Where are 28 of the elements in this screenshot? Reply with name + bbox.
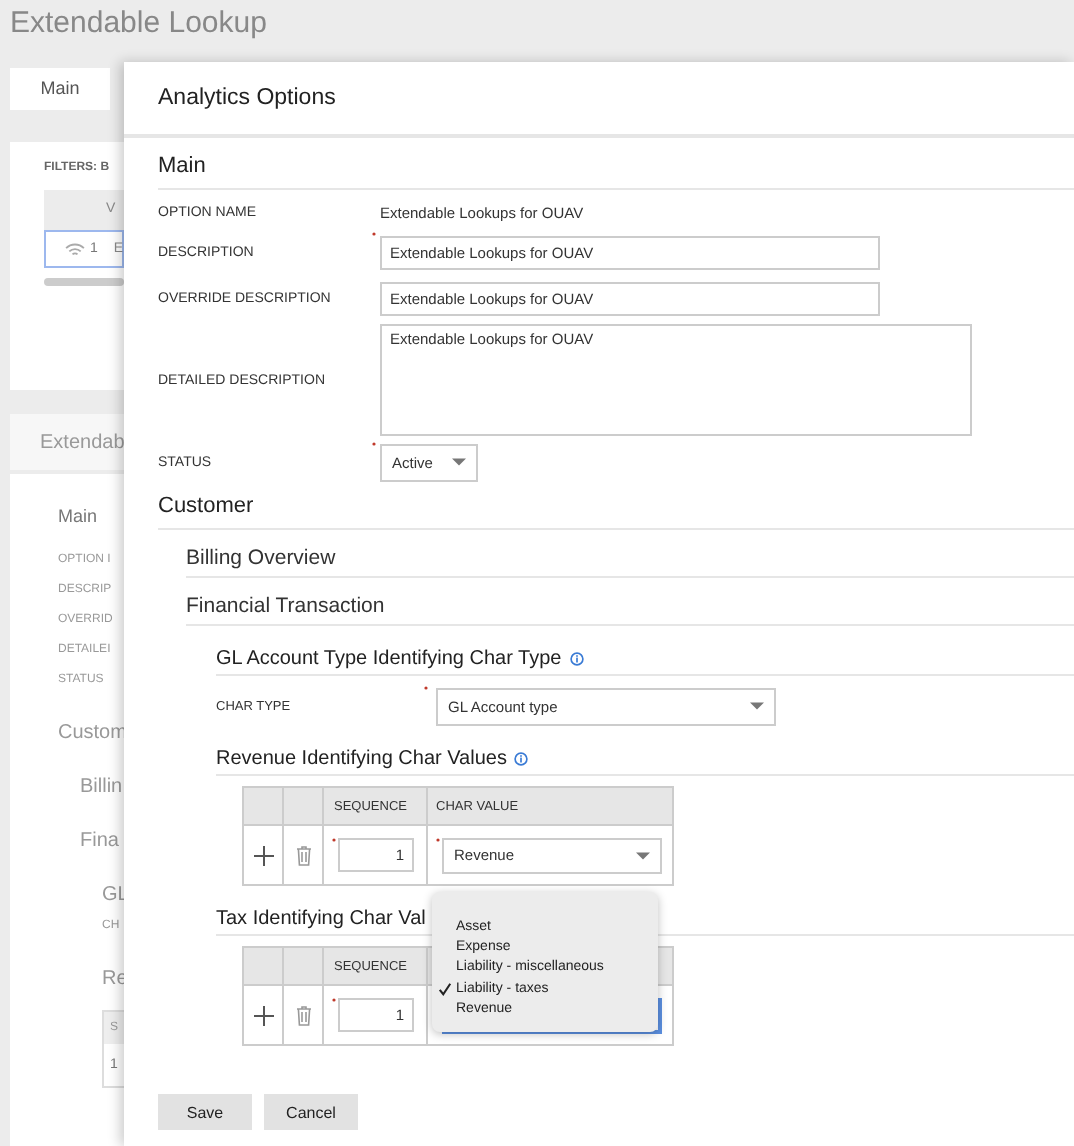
dialog-title: Analytics Options bbox=[158, 86, 336, 110]
trash-icon[interactable] bbox=[295, 1005, 311, 1025]
section-title: Extendab bbox=[40, 431, 125, 453]
section-heading: Main bbox=[158, 154, 1074, 190]
section-heading: Main bbox=[58, 506, 98, 530]
add-icon[interactable] bbox=[253, 1005, 273, 1025]
section-heading: Customer bbox=[158, 494, 1074, 530]
info-icon[interactable] bbox=[569, 651, 584, 665]
caret-icon bbox=[750, 702, 764, 710]
section-heading: Billin bbox=[80, 774, 123, 802]
page-title: Extendable Lookup bbox=[8, 4, 269, 44]
wifi-icon bbox=[64, 241, 86, 257]
tab[interactable]: Main bbox=[10, 68, 110, 110]
group-heading: Revenue Identifying Char Values bbox=[216, 747, 507, 769]
save-button[interactable]: Save bbox=[158, 1094, 252, 1130]
group-heading: GL Account Type Identifying Char Type bbox=[216, 647, 562, 669]
add-icon[interactable] bbox=[253, 845, 273, 865]
group-heading: GL bbox=[102, 882, 129, 910]
section-heading: Fina bbox=[80, 828, 119, 856]
section-heading: Billing Overview bbox=[186, 540, 1074, 578]
cancel-button[interactable]: Cancel bbox=[264, 1094, 358, 1130]
caret-icon bbox=[452, 458, 466, 466]
info-icon[interactable] bbox=[514, 751, 529, 765]
scrollbar bbox=[44, 278, 124, 286]
caret-icon bbox=[636, 851, 650, 859]
group-heading: Tax Identifying Char Val bbox=[216, 907, 426, 929]
trash-icon[interactable] bbox=[295, 845, 311, 865]
section-heading: Financial Transaction bbox=[186, 588, 1074, 626]
